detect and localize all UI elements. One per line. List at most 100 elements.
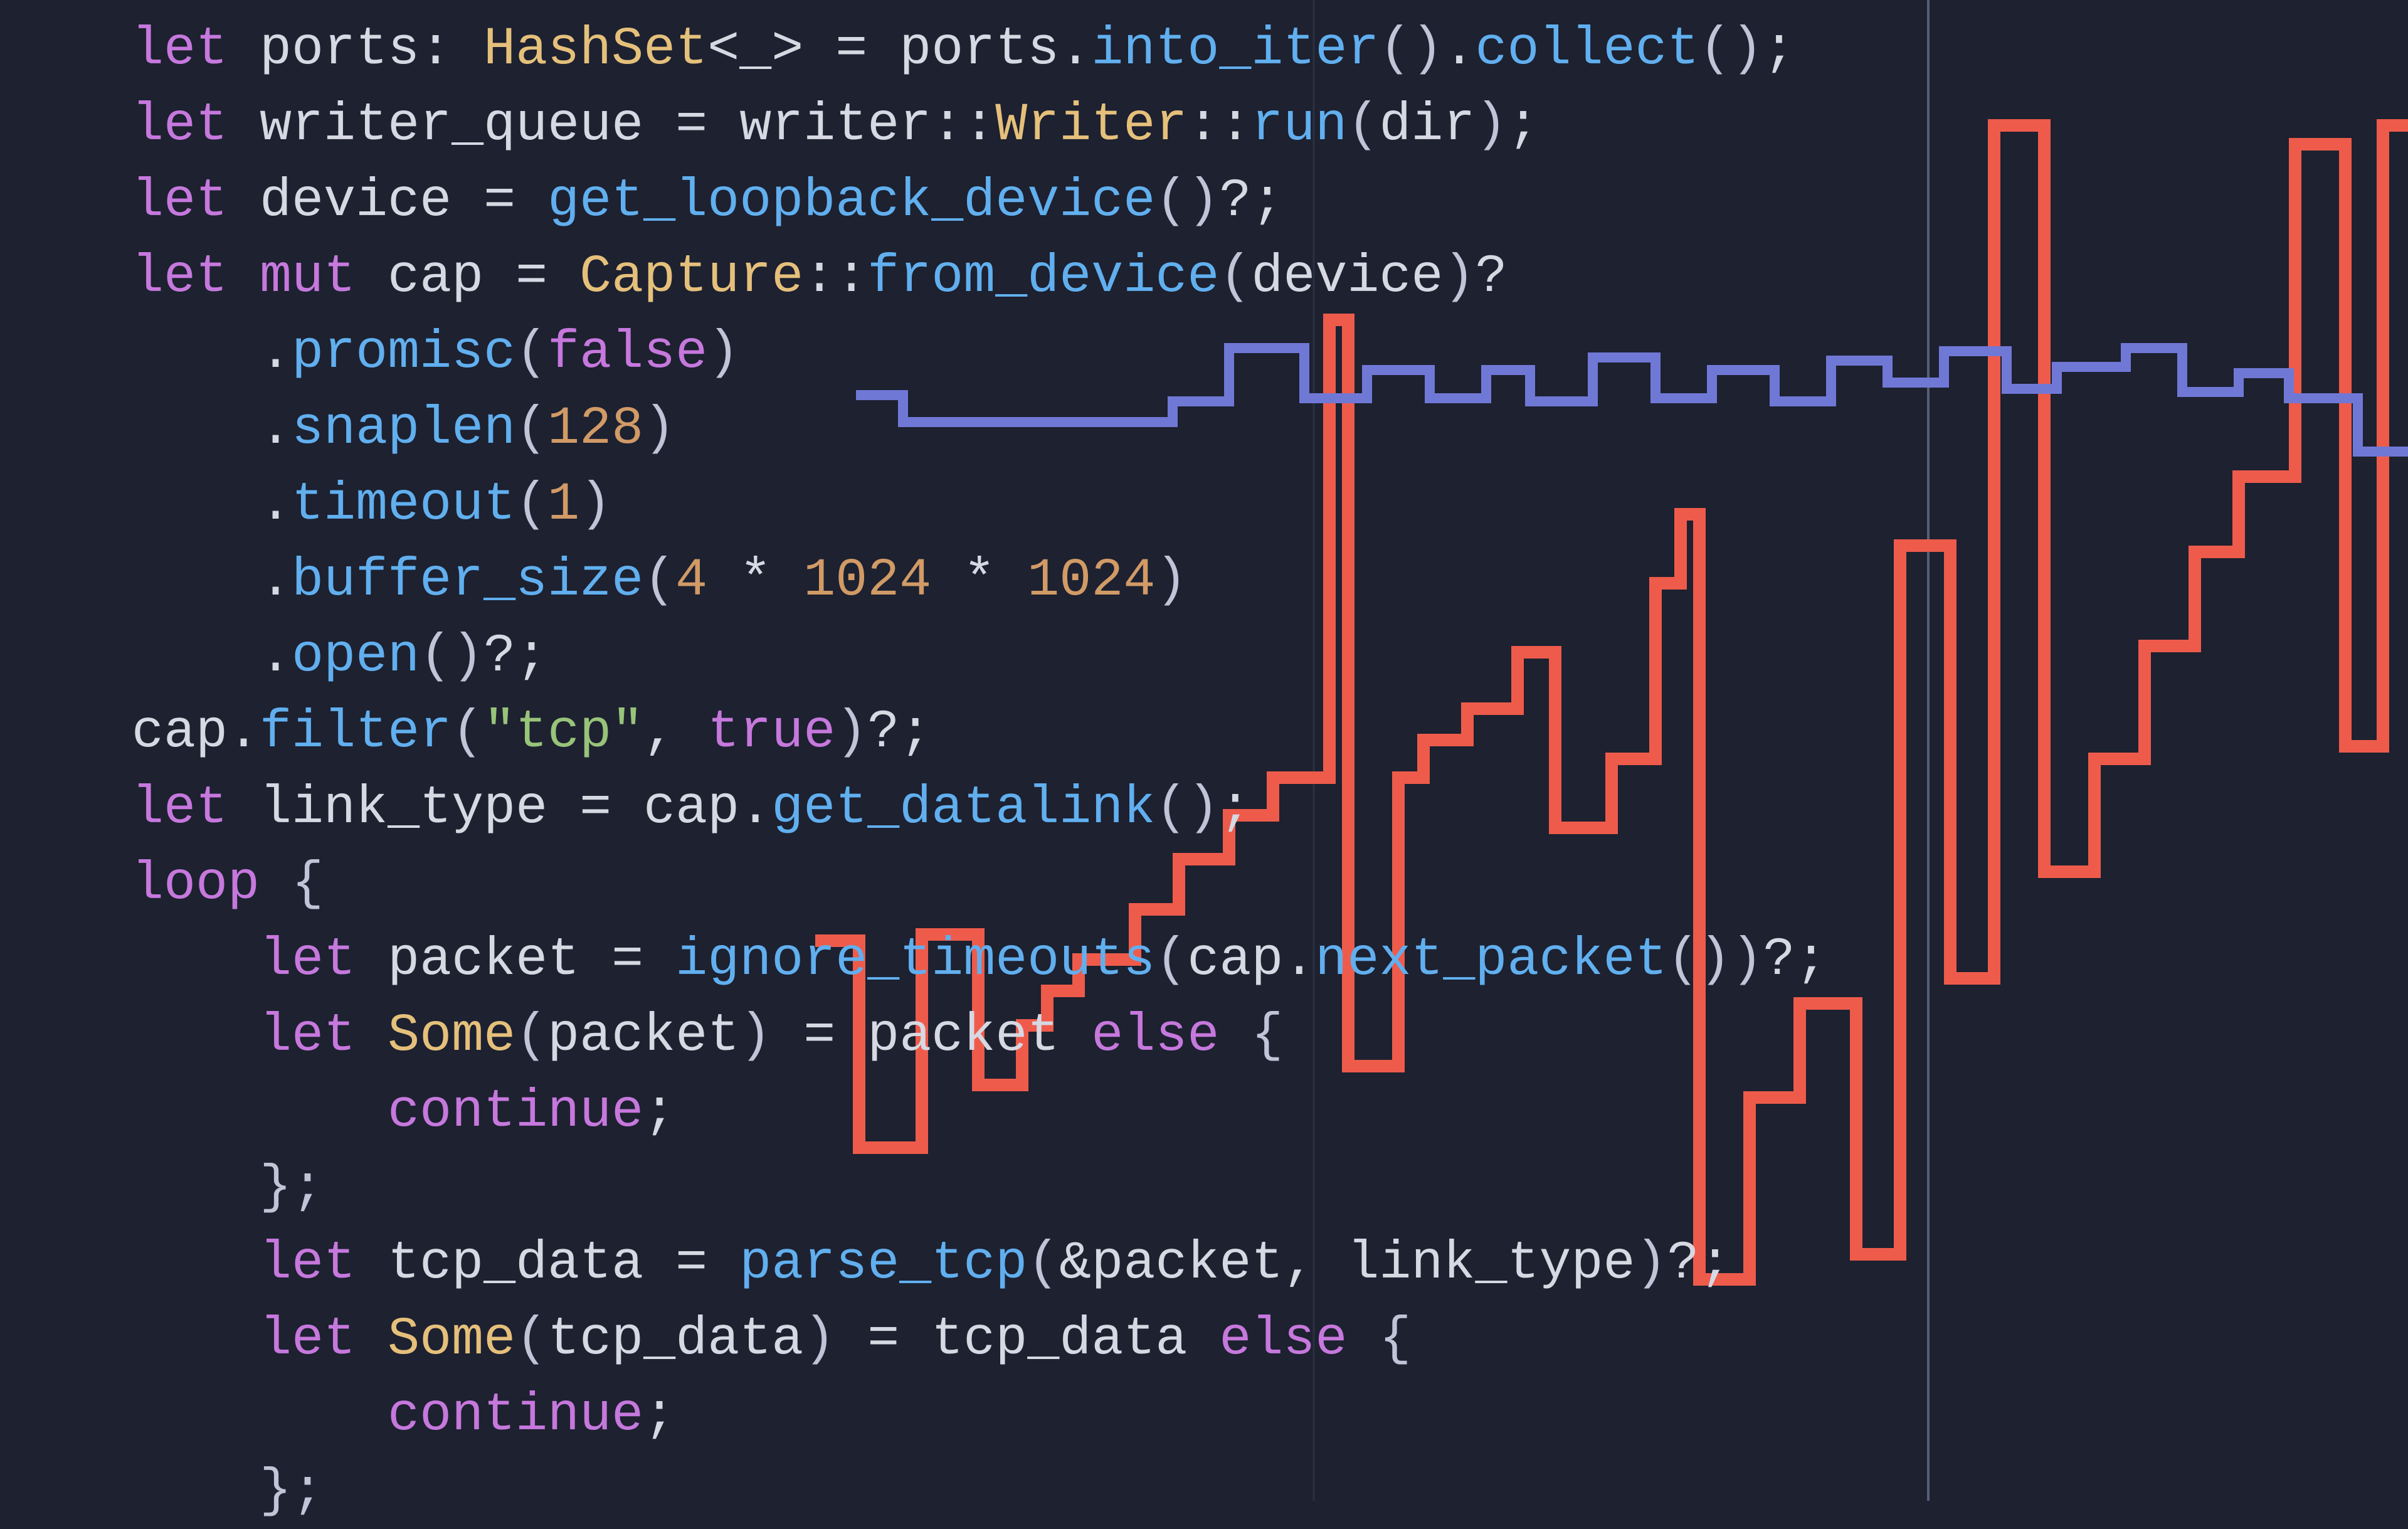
code-token: get_loopback_device	[547, 171, 1155, 231]
code-token: .	[1443, 19, 1475, 80]
code-token: let	[260, 1005, 356, 1066]
code-token: 1024	[1027, 550, 1155, 611]
code-token: from_device	[867, 246, 1219, 307]
code-token: let	[132, 95, 228, 156]
code-token: cap	[356, 246, 515, 307]
code-token: =	[579, 778, 643, 839]
code-token: into_iter	[1091, 19, 1379, 80]
code-token: else	[1091, 1005, 1219, 1066]
code-token: )	[643, 398, 675, 459]
code-token: &	[1059, 1233, 1091, 1294]
code-token: (	[643, 550, 675, 611]
code-token: tcp_data	[356, 1233, 675, 1294]
code-token: };	[260, 1157, 324, 1218]
code-token: *	[707, 550, 803, 611]
code-token: let	[132, 19, 228, 80]
code-token: false	[547, 322, 707, 383]
code-token: link_type	[228, 778, 579, 839]
code-token: writer	[739, 95, 931, 156]
code-token: packet	[356, 929, 611, 990]
code-token: true	[707, 702, 835, 763]
code-token	[228, 246, 260, 307]
code-token: .	[260, 550, 292, 611]
code-token: timeout	[292, 474, 515, 535]
code-token: *	[931, 550, 1027, 611]
code-token: =	[675, 1233, 739, 1294]
code-token: {	[292, 854, 324, 914]
code-token: .	[228, 702, 260, 763]
code-token: Writer	[995, 95, 1187, 156]
code-token: ()	[1155, 778, 1219, 839]
code-token: buffer_size	[292, 550, 643, 611]
code-token: link_type	[1347, 1233, 1635, 1294]
code-token: cap	[1187, 929, 1283, 990]
code-token: .	[260, 626, 292, 687]
code-token	[132, 626, 260, 687]
code-token: dir	[1379, 95, 1475, 156]
code-token: 128	[547, 398, 643, 459]
code-token: {	[1251, 1005, 1283, 1066]
code-token: (	[515, 1005, 547, 1066]
code-token: ;	[1219, 778, 1251, 839]
code-token: Some	[388, 1309, 515, 1370]
code-token: 1	[547, 474, 579, 535]
code-token	[132, 474, 260, 535]
code-token	[1347, 1309, 1379, 1370]
code-token: .	[1059, 19, 1091, 80]
code-token: .	[739, 778, 771, 839]
code-token: >	[771, 19, 803, 80]
code-token: ()	[1155, 171, 1219, 231]
code-token: get_datalink	[771, 778, 1155, 839]
code-token: ?;	[483, 626, 547, 687]
code-token: parse_tcp	[739, 1233, 1027, 1294]
code-token: let	[260, 1309, 356, 1370]
code-token: )	[835, 702, 867, 763]
code-token: (	[515, 322, 547, 383]
code-token: ()	[1667, 929, 1731, 990]
code-token: )	[1475, 95, 1507, 156]
code-token: ?	[1475, 246, 1507, 307]
code-token: (	[1155, 929, 1187, 990]
code-editor: let ports: HashSet<_> = ports.into_iter(…	[0, 0, 2408, 1501]
code-token: packet	[547, 1005, 739, 1066]
code-token: ()	[1699, 19, 1763, 80]
code-token: (	[452, 702, 483, 763]
code-token: ()	[420, 626, 483, 687]
code-token: ,	[643, 702, 707, 763]
code-token: (	[515, 398, 547, 459]
code-token	[132, 1157, 260, 1218]
code-token: .	[260, 474, 292, 535]
code-token: ::	[1187, 95, 1251, 156]
code-token: )	[1731, 929, 1763, 990]
code-block[interactable]: let ports: HashSet<_> = ports.into_iter(…	[132, 11, 1827, 1529]
code-token: ;	[643, 1081, 675, 1142]
code-token: HashSet	[483, 19, 707, 80]
code-token: _	[739, 19, 771, 80]
code-token	[132, 1081, 388, 1142]
code-token: (	[515, 1309, 547, 1370]
code-token: (	[1347, 95, 1379, 156]
code-token: =	[483, 171, 547, 231]
code-token: (	[1219, 246, 1251, 307]
code-token: let	[260, 1233, 356, 1294]
code-token: 4	[675, 550, 707, 611]
code-token: Some	[388, 1005, 515, 1066]
code-token	[132, 1233, 260, 1294]
code-token: ;	[643, 1385, 675, 1446]
code-token: Capture	[579, 246, 803, 307]
code-token: open	[292, 626, 420, 687]
code-token	[1219, 1005, 1251, 1066]
code-token	[835, 1309, 867, 1370]
code-token: packet	[1091, 1233, 1283, 1294]
code-token	[132, 550, 260, 611]
code-token: collect	[1475, 19, 1699, 80]
code-token: ?;	[1667, 1233, 1731, 1294]
code-token: <	[707, 19, 739, 80]
code-token: ()	[1379, 19, 1443, 80]
code-token: 1024	[803, 550, 931, 611]
code-token: ;	[1507, 95, 1539, 156]
code-token: let	[260, 929, 356, 990]
code-token	[132, 1385, 388, 1446]
code-token	[260, 854, 292, 914]
code-token: )	[1155, 550, 1187, 611]
